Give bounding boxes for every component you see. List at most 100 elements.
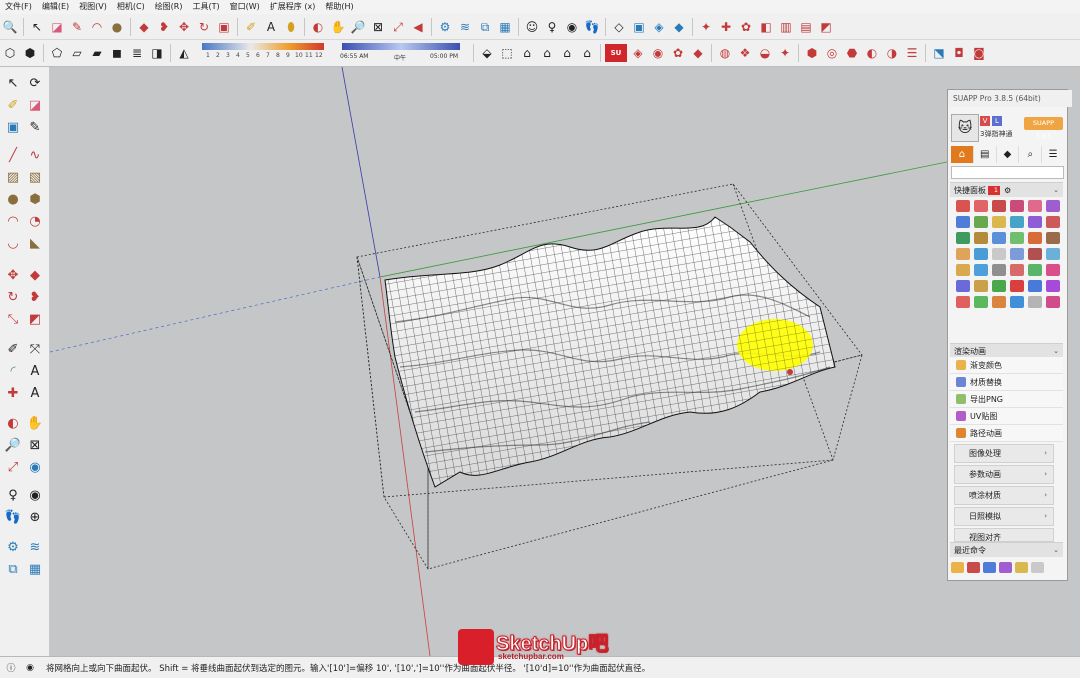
quick-tool-icon[interactable] [956,216,970,228]
scale-icon[interactable]: ⤡ [2,309,24,329]
quick-tool-icon[interactable] [992,216,1006,228]
quick-tool-icon[interactable] [974,248,988,260]
avatar[interactable]: 🐱 [951,114,979,142]
styles-icon[interactable]: ✿ [737,18,755,36]
shaded-textures-icon[interactable]: ≣ [128,44,146,62]
shadow-toggle-icon[interactable]: ◭ [175,44,193,62]
quick-tool-icon[interactable] [1028,232,1042,244]
render-item[interactable]: 导出PNG [950,391,1063,408]
dimension-icon[interactable]: ⤧ [24,339,46,359]
plugin-icon-3[interactable]: ✿ [669,44,687,62]
quick-tool-icon[interactable] [1046,280,1060,292]
scenes-icon[interactable]: ▤ [797,18,815,36]
quick-tool-icon[interactable] [1046,232,1060,244]
circle-icon[interactable]: ● [108,18,126,36]
monochrome-icon[interactable]: ◨ [148,44,166,62]
quick-tool-icon[interactable] [1028,264,1042,276]
walk-icon[interactable]: 👣 [2,507,24,527]
quick-tool-icon[interactable] [992,280,1006,292]
chevron-down-icon[interactable]: ⌄ [1049,186,1059,194]
submenu-sun-simulation[interactable]: 日照模拟 › [954,507,1054,526]
menu-window[interactable]: 窗口(W) [225,0,265,14]
fog-icon[interactable]: ✦ [697,18,715,36]
recent-commands-header[interactable]: 最近命令 ⌄ [950,542,1063,557]
quick-tool-icon[interactable] [1028,280,1042,292]
shaded-icon[interactable]: ◼ [108,44,126,62]
right-house-icon[interactable]: ⌂ [538,44,556,62]
quick-tool-icon[interactable] [1010,280,1024,292]
sandbox-icon[interactable]: ⚙ [436,18,454,36]
plugin-icon-8[interactable]: ✦ [776,44,794,62]
version-badge[interactable]: SUAPP 3.8.5 [1024,117,1063,140]
previous-icon[interactable]: ◉ [24,457,46,477]
plugin-icon-17[interactable]: ◙ [970,44,988,62]
quick-tool-icon[interactable] [974,232,988,244]
paint-bucket-icon[interactable]: ✐ [242,18,260,36]
menu-edit[interactable]: 编辑(E) [37,0,74,14]
plugin-icon-14[interactable]: ☰ [903,44,921,62]
pan-icon[interactable]: ✋ [24,413,46,433]
plugin-icon-16[interactable]: ◘ [950,44,968,62]
quick-tool-icon[interactable] [956,232,970,244]
position-camera-icon[interactable]: ♀ [543,18,561,36]
match-photo-icon[interactable]: ✚ [717,18,735,36]
hidden-line-icon[interactable]: ▰ [88,44,106,62]
chevron-down-icon[interactable]: ⌄ [1049,546,1059,554]
shadow-month-slider[interactable]: 1 2 3 4 5 6 7 8 9 10 11 12 [198,41,328,65]
suapp-icon[interactable]: SU [605,44,627,62]
two-point-arc-icon[interactable]: ◡ [2,233,24,253]
quick-tool-icon[interactable] [1046,216,1060,228]
three-point-arc-icon[interactable]: ◣ [24,233,46,253]
zoom-icon[interactable]: 🔎 [2,435,24,455]
move-icon[interactable]: ✥ [175,18,193,36]
submenu-image-processing[interactable]: 图像处理 › [954,444,1054,463]
plugin-icon-2[interactable]: ◉ [649,44,667,62]
viewport-3d[interactable] [50,67,947,656]
quick-tool-icon[interactable] [1010,216,1024,228]
info-icon[interactable]: ⓘ [3,660,19,676]
lasso-icon[interactable]: ⟳ [24,73,46,93]
menu-extensions[interactable]: 扩展程序 (x) [265,0,321,14]
drape-icon[interactable]: ▦ [496,18,514,36]
arc-icon[interactable]: ◠ [2,211,24,231]
section-plane-icon[interactable]: ⊕ [24,507,46,527]
quick-tool-icon[interactable] [956,264,970,276]
plugin-icon-10[interactable]: ◎ [823,44,841,62]
quick-tool-icon[interactable] [992,264,1006,276]
plugin-icon-6[interactable]: ❖ [736,44,754,62]
zoom-extents-icon[interactable]: ⤢ [2,457,24,477]
tab-menu-icon[interactable]: ☰ [1042,146,1064,163]
material-icon[interactable]: ⬮ [282,18,300,36]
quick-tool-icon[interactable] [1010,264,1024,276]
position-camera-icon[interactable]: ♀ [2,485,24,505]
soften-icon[interactable]: ◩ [817,18,835,36]
smoove-icon[interactable]: ⧉ [2,559,24,579]
tape-icon[interactable]: ✎ [24,117,46,137]
push-pull-icon[interactable]: ◆ [24,265,46,285]
quick-tool-icon[interactable] [974,216,988,228]
orbit-icon[interactable]: ◐ [309,18,327,36]
quick-panel-header[interactable]: 快捷面板 1 ⚙ ⌄ [950,182,1063,197]
menu-file[interactable]: 文件(F) [0,0,37,14]
quick-tool-icon[interactable] [1028,296,1042,308]
move-icon[interactable]: ✥ [2,265,24,285]
select-arrow-icon[interactable]: ↖ [28,18,46,36]
quick-tool-icon[interactable] [974,200,988,212]
quick-tool-icon[interactable] [956,280,970,292]
quick-tool-icon[interactable] [974,280,988,292]
quick-tool-icon[interactable] [992,296,1006,308]
tab-home-icon[interactable]: ⌂ [951,146,974,163]
quick-tool-icon[interactable] [1010,200,1024,212]
sandbox-from-contours-icon[interactable]: ⚙ [2,537,24,557]
zoom-window-icon[interactable]: ⊠ [24,435,46,455]
pie-icon[interactable]: ◔ [24,211,46,231]
left-house-icon[interactable]: ⌂ [578,44,596,62]
outliner-icon[interactable]: ▥ [777,18,795,36]
quick-tool-icon[interactable] [974,296,988,308]
quick-tool-icon[interactable] [956,248,970,260]
plugin-icon-15[interactable]: ⬔ [930,44,948,62]
menu-tools[interactable]: 工具(T) [188,0,225,14]
pencil-icon[interactable]: ✎ [68,18,86,36]
zoom-extents-icon[interactable]: ⤢ [389,18,407,36]
follow-me-icon[interactable]: ❥ [155,18,173,36]
